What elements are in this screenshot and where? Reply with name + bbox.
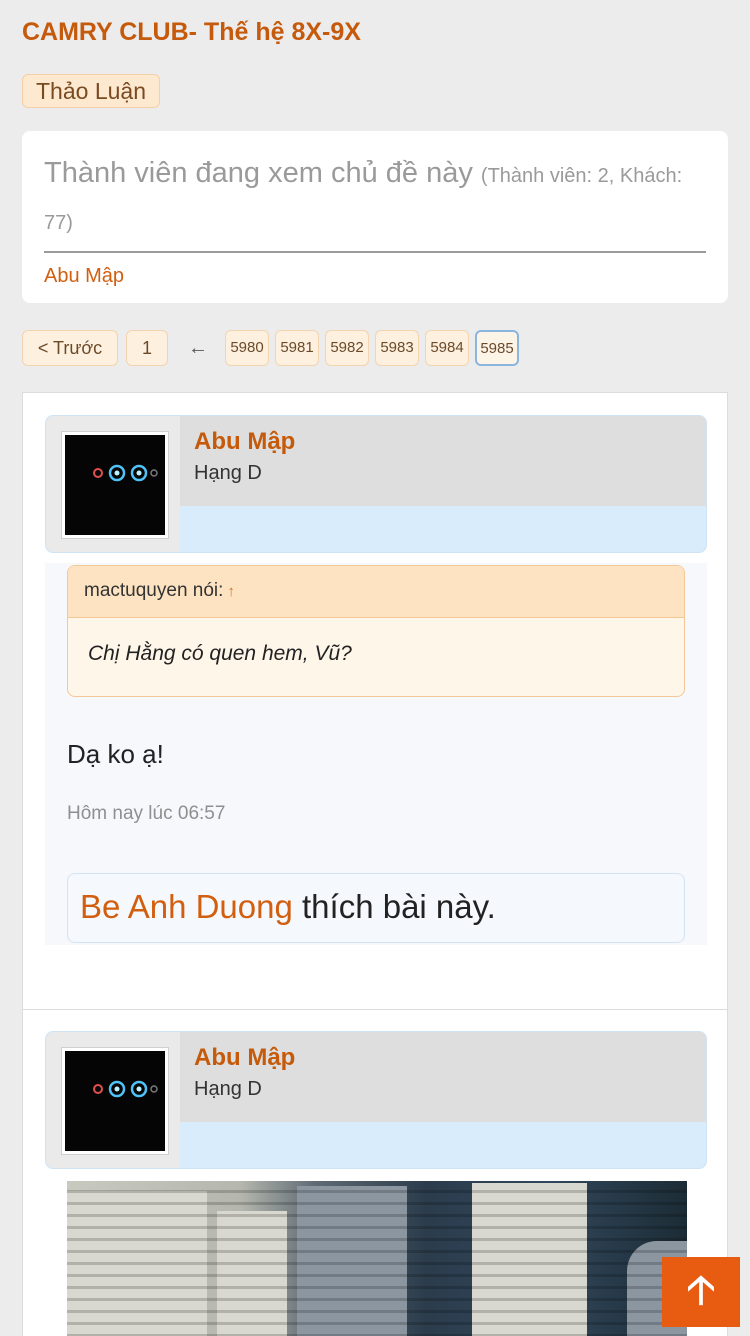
viewers-panel: Thành viên đang xem chủ đề này (Thành vi…	[22, 131, 728, 303]
avatar[interactable]	[61, 1047, 169, 1155]
page-gap-icon[interactable]: ←	[188, 330, 208, 366]
scroll-to-top-button[interactable]: 🡡	[662, 1257, 740, 1327]
page-link[interactable]: 5982	[325, 330, 369, 366]
quote-jump-icon[interactable]: ↑	[227, 583, 235, 600]
liker-link[interactable]: Be Anh Duong	[80, 888, 293, 925]
page-link[interactable]: 5981	[275, 330, 319, 366]
prev-page-button[interactable]: < Trước	[22, 330, 118, 366]
avatar-frame	[46, 1032, 180, 1168]
viewer-link[interactable]: Abu Mập	[44, 265, 706, 288]
post-author[interactable]: Abu Mập	[194, 1044, 692, 1072]
likes-summary: Be Anh Duong thích bài này.	[67, 873, 685, 943]
user-rank: Hạng D	[194, 462, 262, 484]
post-date[interactable]: Hôm nay lúc 06:57	[67, 803, 225, 825]
quote-header: mactuquyen nói: ↑	[68, 566, 684, 618]
avatar[interactable]	[61, 431, 169, 539]
quote-text: Chị Hằng có quen hem, Vũ?	[88, 642, 352, 665]
avatar-image	[65, 1051, 165, 1151]
page-link[interactable]: 5984	[425, 330, 469, 366]
arrow-up-icon: 🡡	[686, 1268, 716, 1312]
page-link[interactable]: 5983	[375, 330, 419, 366]
page-link-first[interactable]: 1	[126, 330, 168, 366]
post-author[interactable]: Abu Mập	[194, 428, 692, 456]
quote-author: mactuquyen nói:	[84, 580, 224, 601]
post-divider	[23, 1009, 727, 1010]
post-message: mactuquyen nói: ↑ Chị Hằng có quen hem, V…	[45, 563, 707, 945]
user-rank: Hạng D	[194, 1078, 262, 1100]
page-link-current[interactable]: 5985	[475, 330, 519, 366]
user-info: Abu Mập Hạng D	[180, 416, 706, 506]
thread-title: CAMRY CLUB- Thế hệ 8X-9X	[22, 18, 361, 46]
page-link[interactable]: 5980	[225, 330, 269, 366]
user-info: Abu Mập Hạng D	[180, 1032, 706, 1122]
post-photo[interactable]	[67, 1181, 687, 1336]
post-list: Abu Mập Hạng D mactuquyen nói: ↑ Chị Hằng…	[22, 392, 728, 1336]
viewers-heading: Thành viên đang xem chủ đề này (Thành vi…	[44, 151, 706, 245]
post-userbar: Abu Mập Hạng D	[45, 415, 707, 553]
avatar-frame	[46, 416, 180, 552]
divider	[44, 251, 706, 253]
avatar-image	[65, 435, 165, 535]
quote-block: mactuquyen nói: ↑ Chị Hằng có quen hem, V…	[67, 565, 685, 697]
viewers-heading-text: Thành viên đang xem chủ đề này	[44, 157, 473, 189]
photo-windows	[67, 1181, 687, 1336]
likes-suffix: thích bài này.	[292, 888, 496, 925]
breadcrumb-thao-luan[interactable]: Thảo Luận	[22, 74, 160, 108]
post-userbar: Abu Mập Hạng D	[45, 1031, 707, 1169]
message-text: Dạ ko ạ!	[67, 739, 164, 769]
